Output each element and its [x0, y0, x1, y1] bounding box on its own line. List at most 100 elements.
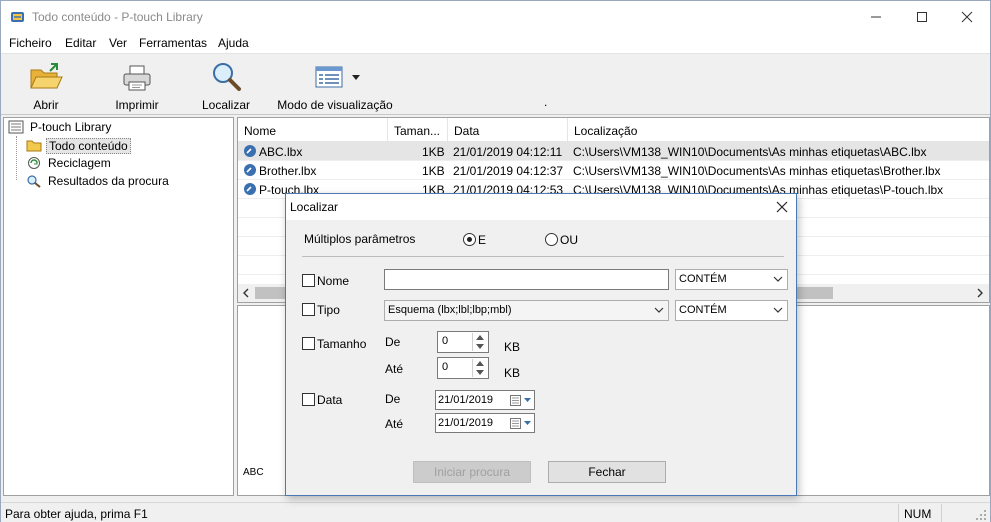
- row-name: Brother.lbx: [259, 164, 317, 178]
- printer-icon: [123, 65, 151, 91]
- open-button[interactable]: Abrir: [21, 58, 71, 114]
- date-to-value: 21/01/2019: [438, 417, 494, 429]
- menu-bar: Ficheiro Editar Ver Ferramentas Ajuda: [1, 34, 990, 53]
- row-size: 1KB: [422, 164, 445, 178]
- calendar-icon[interactable]: [510, 418, 532, 429]
- name-label: Nome: [317, 274, 350, 288]
- size-from-unit: KB: [504, 340, 521, 354]
- name-input[interactable]: [384, 269, 669, 290]
- date-to-picker[interactable]: 21/01/2019: [435, 413, 535, 433]
- separator: [302, 256, 784, 257]
- maximize-button[interactable]: [899, 1, 945, 33]
- app-icon: [11, 12, 24, 22]
- spin-up-icon[interactable]: [476, 361, 484, 366]
- folder-icon: [26, 140, 42, 152]
- find-label: Localizar: [201, 98, 251, 112]
- spin-down-icon[interactable]: [476, 344, 484, 349]
- minimize-button[interactable]: [853, 1, 899, 33]
- menu-ver[interactable]: Ver: [109, 36, 127, 50]
- size-label: Tamanho: [317, 337, 367, 351]
- library-tree: P-touch Library Todo conteúdo Reciclagem…: [3, 117, 234, 496]
- status-bar: Para obter ajuda, prima F1 NUM: [1, 502, 990, 522]
- size-to-label: Até: [385, 362, 404, 376]
- menu-ferramentas[interactable]: Ferramentas: [139, 36, 207, 50]
- radio-or-label: OU: [560, 233, 578, 247]
- view-mode-button[interactable]: Modo de visualização: [275, 58, 395, 114]
- spin-buttons[interactable]: [472, 359, 487, 377]
- chevron-down-icon[interactable]: [352, 75, 360, 81]
- name-operator-select[interactable]: CONTÉM: [675, 269, 788, 290]
- menu-ficheiro[interactable]: Ficheiro: [9, 36, 52, 50]
- recycle-bin-icon: [28, 157, 40, 169]
- date-from-picker[interactable]: 21/01/2019: [435, 390, 535, 410]
- column-header-size[interactable]: Taman...: [388, 118, 448, 142]
- multi-params-label: Múltiplos parâmetros: [304, 232, 416, 246]
- table-row[interactable]: ABC.lbx 1KB 21/01/2019 04:12:11 C:\Users…: [238, 142, 989, 161]
- tree-root-label: P-touch Library: [30, 120, 112, 134]
- date-from-label: De: [385, 392, 401, 406]
- spin-up-icon[interactable]: [476, 335, 484, 340]
- scroll-left-icon[interactable]: [242, 288, 250, 298]
- dialog-title-bar: Localizar: [286, 194, 796, 220]
- window-title: Todo conteúdo - P-touch Library: [32, 10, 203, 24]
- row-date: 21/01/2019 04:12:11: [453, 145, 563, 159]
- calendar-icon[interactable]: [510, 395, 532, 406]
- radio-and-label: E: [478, 233, 487, 247]
- status-help-text: Para obter ajuda, prima F1: [5, 507, 148, 521]
- chevron-down-icon: [654, 307, 664, 313]
- view-mode-label: Modo de visualização: [277, 98, 393, 112]
- type-checkbox[interactable]: [302, 303, 315, 316]
- print-label: Imprimir: [115, 98, 159, 112]
- type-select[interactable]: Esquema (lbx;lbl;lbp;mbl): [384, 300, 669, 321]
- type-select-value: Esquema (lbx;lbl;lbp;mbl): [388, 304, 512, 316]
- size-from-stepper[interactable]: 0: [437, 331, 489, 353]
- spin-down-icon[interactable]: [476, 370, 484, 375]
- status-divider: [898, 504, 899, 522]
- start-search-button[interactable]: Iniciar procura: [413, 461, 531, 483]
- find-button[interactable]: Localizar: [200, 58, 252, 114]
- scroll-right-icon[interactable]: [976, 288, 984, 298]
- label-file-icon: [244, 164, 256, 176]
- minimize-icon: [871, 16, 881, 18]
- date-to-label: Até: [385, 417, 404, 431]
- status-divider: [941, 504, 942, 522]
- tree-item-label: Todo conteúdo: [46, 138, 131, 154]
- size-to-value: 0: [442, 361, 449, 373]
- label-file-icon: [244, 145, 256, 157]
- close-icon[interactable]: [776, 201, 788, 213]
- type-operator-select[interactable]: CONTÉM: [675, 300, 788, 321]
- column-header-name[interactable]: Nome: [238, 118, 388, 142]
- folder-open-icon: [30, 63, 63, 89]
- open-label: Abrir: [33, 98, 59, 112]
- status-num: NUM: [904, 507, 932, 521]
- menu-editar[interactable]: Editar: [65, 36, 96, 50]
- name-checkbox[interactable]: [302, 274, 315, 287]
- row-location: C:\Users\VM138_WIN10\Documents\As minhas…: [573, 164, 941, 178]
- radio-or[interactable]: [545, 233, 558, 246]
- menu-ajuda[interactable]: Ajuda: [218, 36, 249, 50]
- size-checkbox[interactable]: [302, 337, 315, 350]
- size-from-label: De: [385, 335, 401, 349]
- date-from-value: 21/01/2019: [438, 394, 494, 406]
- column-header-date[interactable]: Data: [448, 118, 568, 142]
- resize-grip-icon[interactable]: [976, 510, 987, 521]
- toolbar-dot: .: [544, 95, 548, 109]
- radio-and[interactable]: [463, 233, 476, 246]
- library-icon: [8, 120, 24, 134]
- preview-text: ABC: [243, 467, 264, 478]
- table-row[interactable]: Brother.lbx 1KB 21/01/2019 04:12:37 C:\U…: [238, 161, 989, 180]
- column-header-location[interactable]: Localização: [568, 118, 989, 142]
- type-label: Tipo: [317, 303, 340, 317]
- print-button[interactable]: Imprimir: [109, 58, 165, 114]
- close-dialog-button[interactable]: Fechar: [548, 461, 666, 483]
- close-window-button[interactable]: [944, 1, 990, 33]
- date-checkbox[interactable]: [302, 393, 315, 406]
- spin-buttons[interactable]: [472, 333, 487, 351]
- row-date: 21/01/2019 04:12:37: [453, 164, 564, 178]
- tree-item-label: Resultados da procura: [48, 174, 169, 188]
- toolbar: Abrir Imprimir Localizar Modo de visuali…: [1, 53, 990, 115]
- date-label: Data: [317, 393, 343, 407]
- find-dialog: Localizar Múltiplos parâmetros E OU Nome…: [285, 193, 797, 496]
- row-location: C:\Users\VM138_WIN10\Documents\As minhas…: [573, 145, 927, 159]
- size-to-stepper[interactable]: 0: [437, 357, 489, 379]
